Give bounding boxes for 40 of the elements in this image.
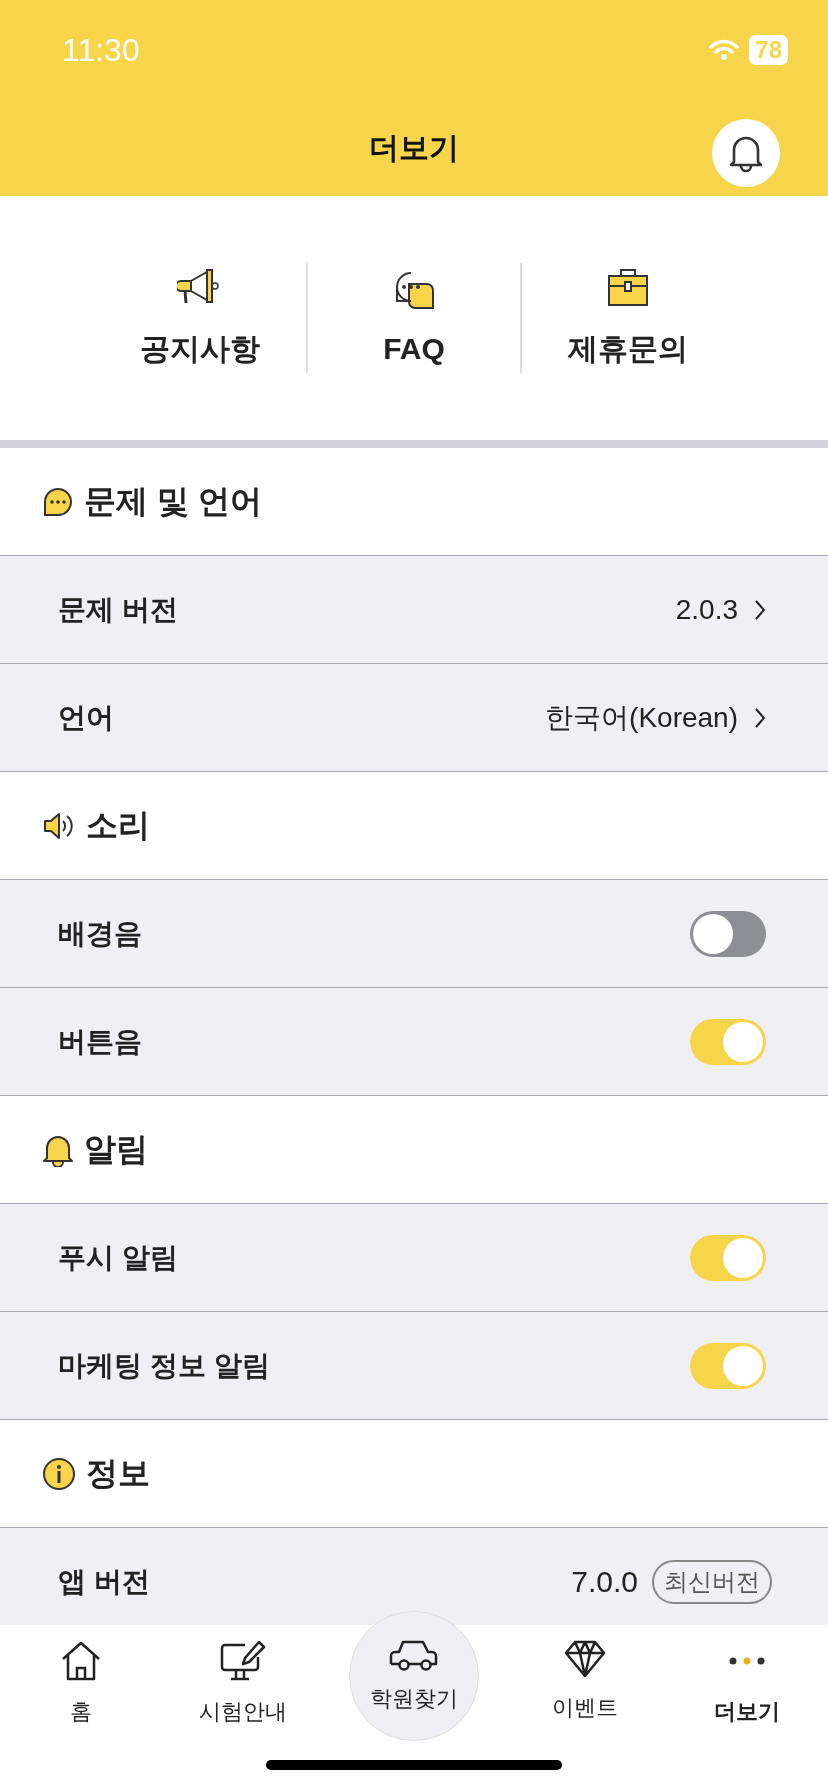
- toggle-switch[interactable]: [690, 1342, 766, 1389]
- setting-value-link[interactable]: 한국어(Korean): [545, 698, 766, 737]
- quick-menu-item[interactable]: FAQ: [308, 270, 520, 366]
- tab-bar-item[interactable]: 이벤트: [504, 1625, 666, 1735]
- version-number: 7.0.0: [571, 1564, 638, 1599]
- car-icon: [388, 1638, 440, 1674]
- tab-bar-item[interactable]: 학원찾기: [349, 1611, 479, 1741]
- quick-menu-item[interactable]: 제휴문의: [522, 266, 734, 370]
- toggle-switch[interactable]: [690, 1018, 766, 1065]
- toggle-switch[interactable]: [690, 910, 766, 957]
- section-title: 알림: [84, 1129, 148, 1169]
- setting-label: 언어: [58, 700, 114, 735]
- status-time: 11:30: [62, 31, 140, 69]
- diamond-icon: [563, 1639, 607, 1679]
- page-title: 더보기: [369, 129, 459, 166]
- more-dots-icon: [727, 1655, 767, 1667]
- tab-bar-item[interactable]: 더보기: [666, 1625, 828, 1735]
- setting-value-link[interactable]: 2.0.3: [675, 593, 766, 626]
- wifi-icon: [709, 39, 740, 61]
- chevron-right-icon: [754, 598, 766, 621]
- speech-bubble-icon: [42, 485, 74, 518]
- section-title: 소리: [86, 805, 150, 845]
- tab-bar-item[interactable]: 홈: [0, 1625, 162, 1735]
- setting-label: 푸시 알림: [58, 1240, 178, 1275]
- setting-label: 문제 버전: [58, 592, 178, 627]
- briefcase-icon: [605, 266, 651, 307]
- setting-label: 버튼음: [58, 1024, 142, 1059]
- setting-label: 배경음: [58, 916, 142, 951]
- info-icon: [42, 1456, 76, 1491]
- monitor-pen-icon: [219, 1639, 267, 1683]
- toggle-switch[interactable]: [690, 1234, 766, 1281]
- section-title: 정보: [86, 1453, 150, 1493]
- battery-level: 78: [749, 35, 788, 65]
- chevron-right-icon: [754, 706, 766, 729]
- quick-menu-item[interactable]: 공지사항: [94, 266, 306, 370]
- latest-version-badge: 최신버전: [652, 1559, 772, 1604]
- setting-label: 앱 버전: [58, 1564, 150, 1599]
- tab-bar-item[interactable]: 시험안내: [162, 1625, 324, 1735]
- setting-label: 마케팅 정보 알림: [58, 1348, 270, 1383]
- section-title: 문제 및 언어: [84, 481, 262, 521]
